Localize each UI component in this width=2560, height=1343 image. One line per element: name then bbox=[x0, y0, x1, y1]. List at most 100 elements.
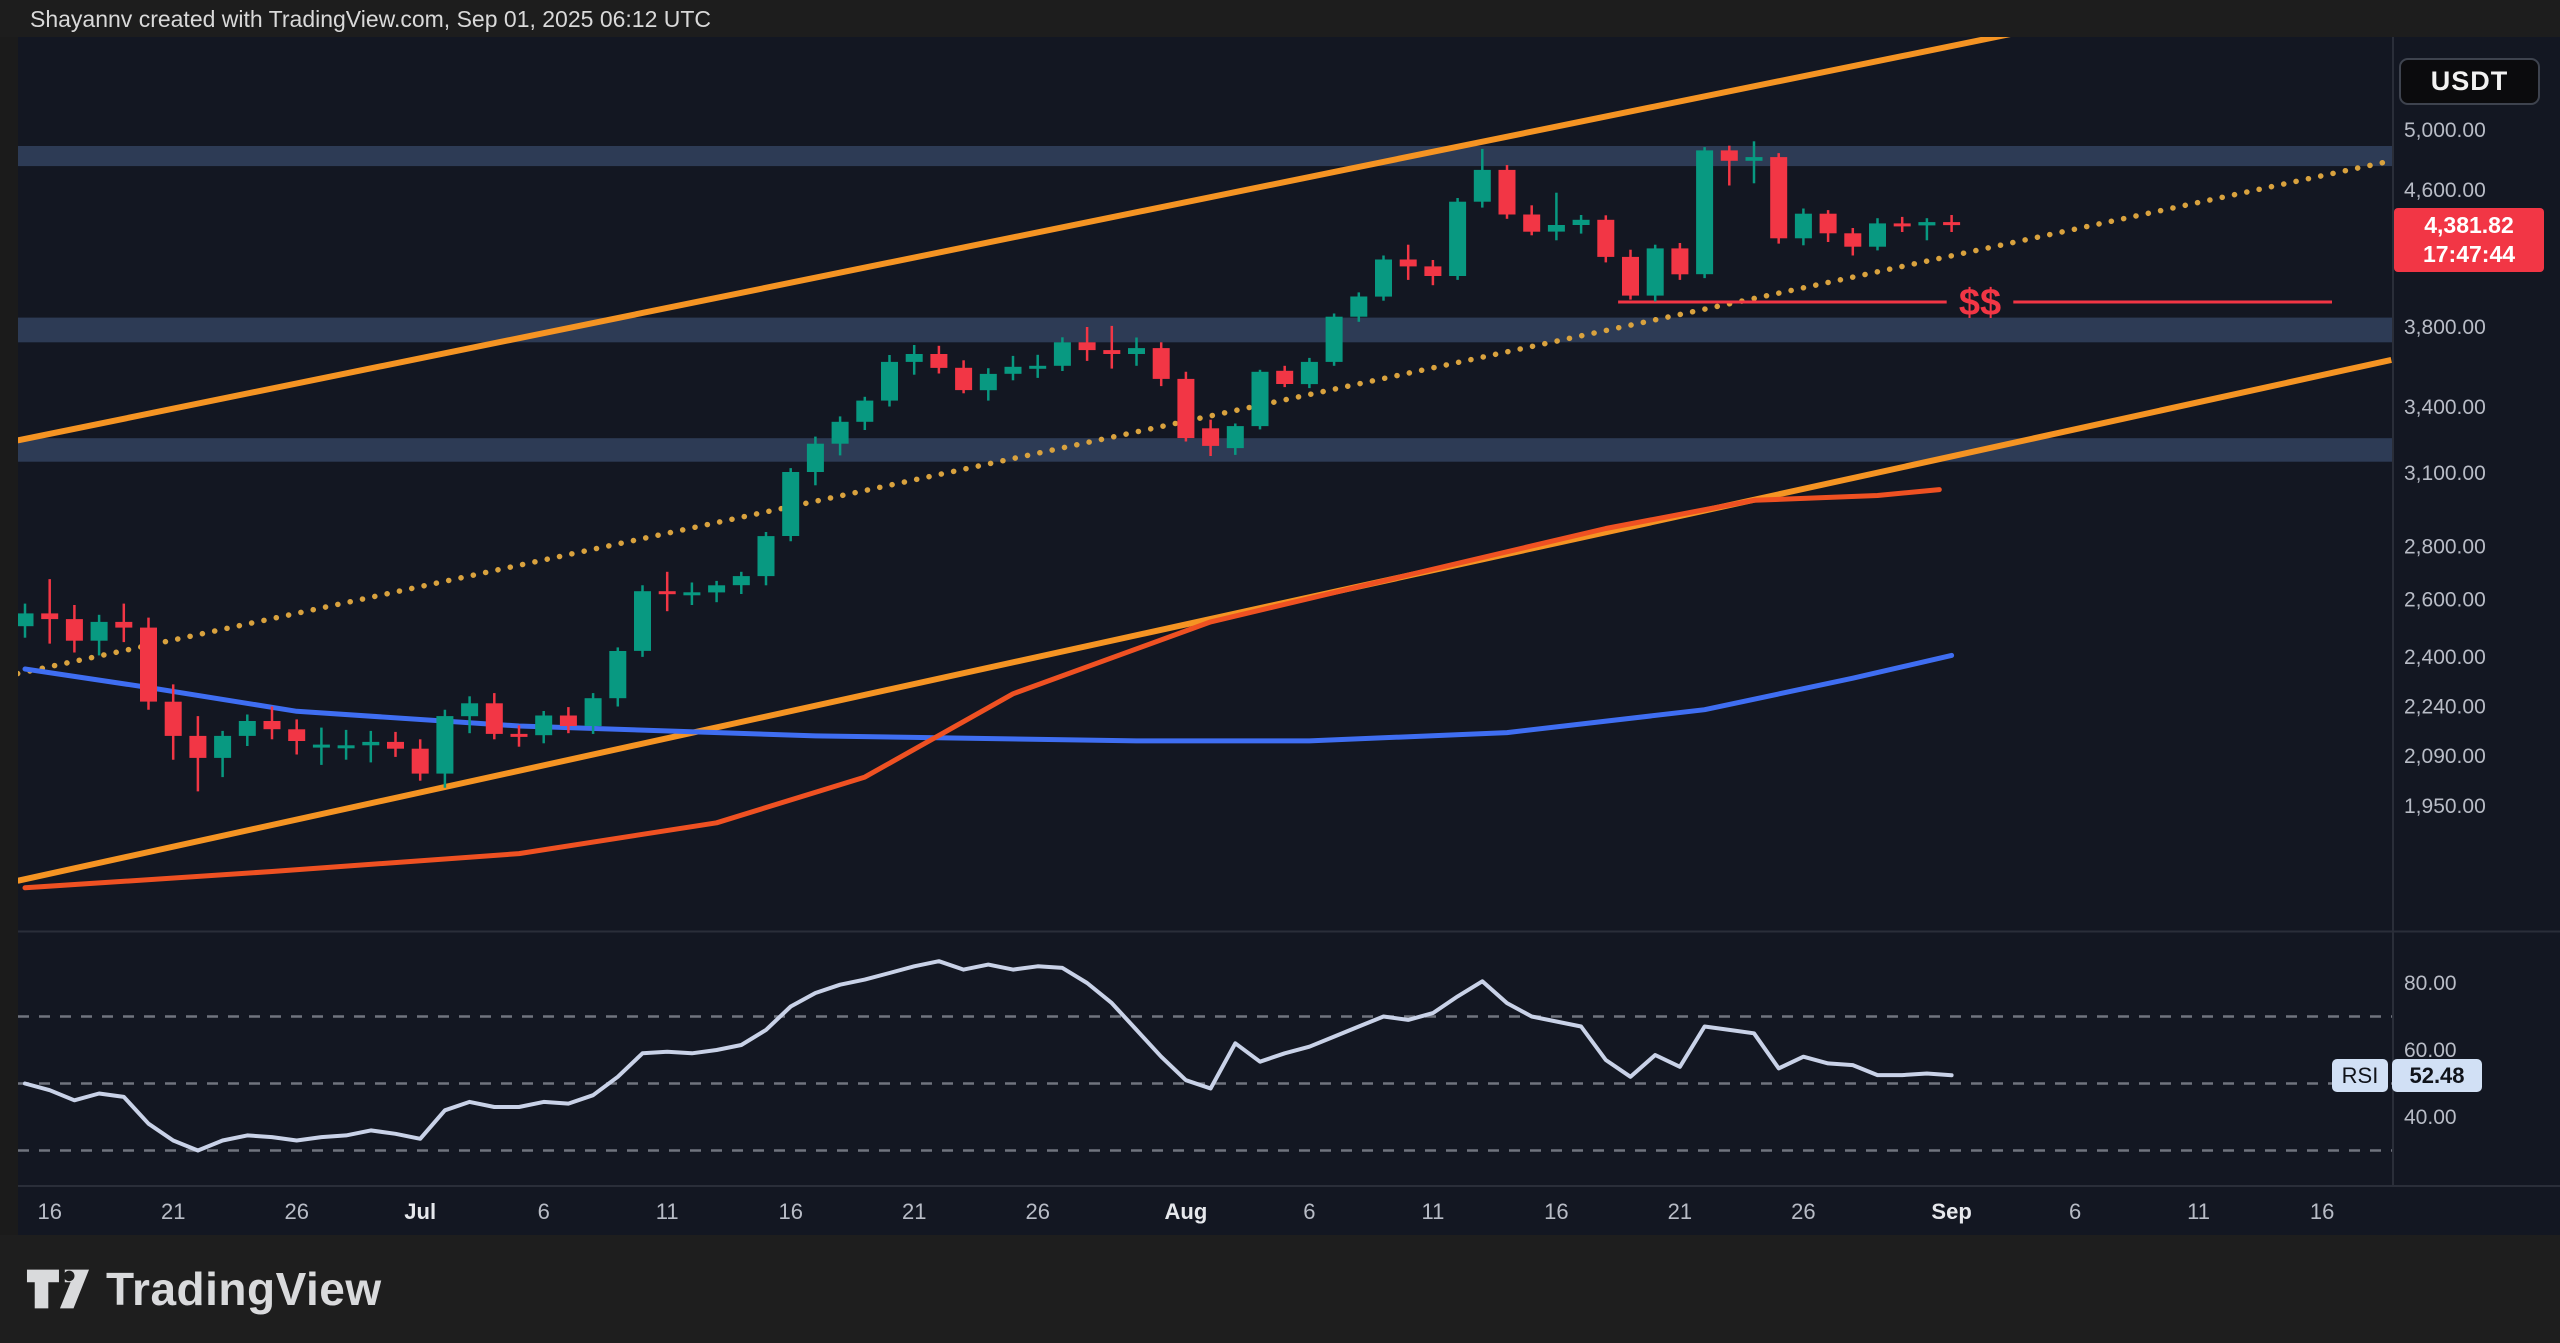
brand-name[interactable]: TradingView bbox=[106, 1262, 382, 1316]
time-axis[interactable]: 162126Jul611162126Aug611162126Sep61116 bbox=[37, 1199, 2334, 1224]
candle-body bbox=[1746, 157, 1763, 161]
candle-body bbox=[856, 401, 873, 422]
candle-body bbox=[91, 622, 108, 641]
tradingview-logo-icon[interactable] bbox=[26, 1266, 90, 1312]
candle-body bbox=[41, 613, 58, 619]
candle-body bbox=[264, 721, 281, 729]
candle-body bbox=[461, 703, 478, 716]
candle-body bbox=[362, 742, 379, 745]
candle-body bbox=[1375, 260, 1392, 297]
time-tick-label: 26 bbox=[284, 1199, 308, 1224]
time-tick-label: 21 bbox=[902, 1199, 926, 1224]
time-tick-label: 16 bbox=[778, 1199, 802, 1224]
candle-body bbox=[1005, 367, 1022, 374]
price-tick-label: 3,400.00 bbox=[2404, 396, 2486, 419]
resistance-zone bbox=[18, 146, 2392, 166]
candle-body bbox=[486, 703, 503, 734]
candle-body bbox=[338, 745, 355, 748]
bar-countdown: 17:47:44 bbox=[2423, 240, 2515, 269]
candle-body bbox=[560, 716, 577, 727]
candle-body bbox=[634, 591, 651, 651]
time-tick-label: 11 bbox=[656, 1199, 679, 1224]
candle-body bbox=[1721, 150, 1738, 160]
ma-red bbox=[25, 490, 1939, 888]
candlesticks bbox=[17, 141, 1961, 791]
time-tick-label: 26 bbox=[1791, 1199, 1815, 1224]
time-tick-label: 16 bbox=[1544, 1199, 1568, 1224]
candle-body bbox=[1573, 220, 1590, 225]
candle-body bbox=[1252, 372, 1269, 426]
candle-body bbox=[313, 745, 330, 748]
candle-body bbox=[980, 374, 997, 390]
price-tick-label: 2,090.00 bbox=[2404, 745, 2486, 768]
time-tick-label: 21 bbox=[161, 1199, 185, 1224]
price-tick-label: 5,000.00 bbox=[2404, 119, 2486, 142]
time-tick-label: 21 bbox=[1668, 1199, 1692, 1224]
rsi-tick-label: 40.00 bbox=[2404, 1106, 2457, 1129]
upper-channel-line[interactable] bbox=[18, 37, 2026, 440]
candle-body bbox=[782, 472, 799, 536]
price-tick-label: 3,100.00 bbox=[2404, 462, 2486, 485]
candle-body bbox=[659, 591, 676, 594]
price-tick-label: 4,600.00 bbox=[2404, 179, 2486, 202]
time-tick-label: 11 bbox=[2187, 1199, 2210, 1224]
candle-body bbox=[1820, 214, 1837, 234]
candle-body bbox=[1177, 379, 1194, 438]
last-price-value: 4,381.82 bbox=[2424, 211, 2514, 240]
candle-body bbox=[1548, 225, 1565, 232]
candle-body bbox=[1696, 150, 1713, 274]
candle-body bbox=[288, 729, 305, 741]
candle-body bbox=[165, 702, 182, 736]
time-tick-label: 16 bbox=[2310, 1199, 2334, 1224]
candle-body bbox=[436, 716, 453, 774]
chart-canvas[interactable]: $$5,000.004,600.003,800.003,400.003,100.… bbox=[0, 37, 2560, 1235]
candle-body bbox=[387, 742, 404, 749]
candle-body bbox=[1054, 342, 1071, 366]
tradingview-chart-page: Shayannv created with TradingView.com, S… bbox=[0, 0, 2560, 1343]
candle-body bbox=[1523, 215, 1540, 232]
time-tick-label: 6 bbox=[2069, 1199, 2081, 1224]
candle-body bbox=[708, 585, 725, 592]
watermark-bar: Shayannv created with TradingView.com, S… bbox=[0, 0, 2560, 37]
candle-body bbox=[535, 716, 552, 736]
candle-body bbox=[1622, 257, 1639, 296]
dotted-trendline[interactable] bbox=[18, 161, 2392, 674]
candle-body bbox=[832, 422, 849, 444]
candle-body bbox=[1844, 233, 1861, 246]
candle-body bbox=[1894, 223, 1911, 226]
price-tick-label: 3,800.00 bbox=[2404, 316, 2486, 339]
candle-body bbox=[1276, 371, 1293, 384]
candle-body bbox=[214, 736, 231, 758]
candle-body bbox=[1326, 317, 1343, 362]
candle-body bbox=[1597, 220, 1614, 257]
candle-body bbox=[1350, 297, 1367, 317]
candle-body bbox=[140, 628, 157, 702]
symbol-badge[interactable]: USDT bbox=[2399, 58, 2540, 105]
candle-body bbox=[1079, 342, 1096, 350]
candle-body bbox=[189, 736, 206, 758]
candle-body bbox=[1400, 260, 1417, 267]
rsi-indicator-label[interactable]: RSI bbox=[2332, 1059, 2388, 1092]
rsi-tick-label: 80.00 bbox=[2404, 972, 2457, 995]
candle-body bbox=[1301, 362, 1318, 384]
footer-bar: TradingView bbox=[0, 1235, 2560, 1343]
rsi-indicator-value: 52.48 bbox=[2392, 1059, 2482, 1092]
time-tick-label: 26 bbox=[1025, 1199, 1049, 1224]
last-price-label: 4,381.82 17:47:44 bbox=[2394, 208, 2544, 272]
candle-body bbox=[115, 622, 132, 628]
candle-body bbox=[955, 368, 972, 390]
candle-body bbox=[1424, 266, 1441, 276]
candle-body bbox=[1128, 348, 1145, 354]
candle-body bbox=[1647, 248, 1664, 295]
supply-demand-zones bbox=[18, 146, 2392, 462]
time-tick-label: 11 bbox=[1421, 1199, 1444, 1224]
candle-body bbox=[1795, 214, 1812, 239]
candle-body bbox=[511, 734, 528, 737]
candle-body bbox=[1227, 426, 1244, 448]
candle-body bbox=[906, 354, 923, 362]
watermark-text: Shayannv created with TradingView.com, S… bbox=[0, 6, 711, 32]
rsi-line bbox=[25, 961, 1952, 1150]
candle-body bbox=[733, 576, 750, 585]
candle-body bbox=[683, 592, 700, 595]
candle-body bbox=[66, 619, 83, 641]
